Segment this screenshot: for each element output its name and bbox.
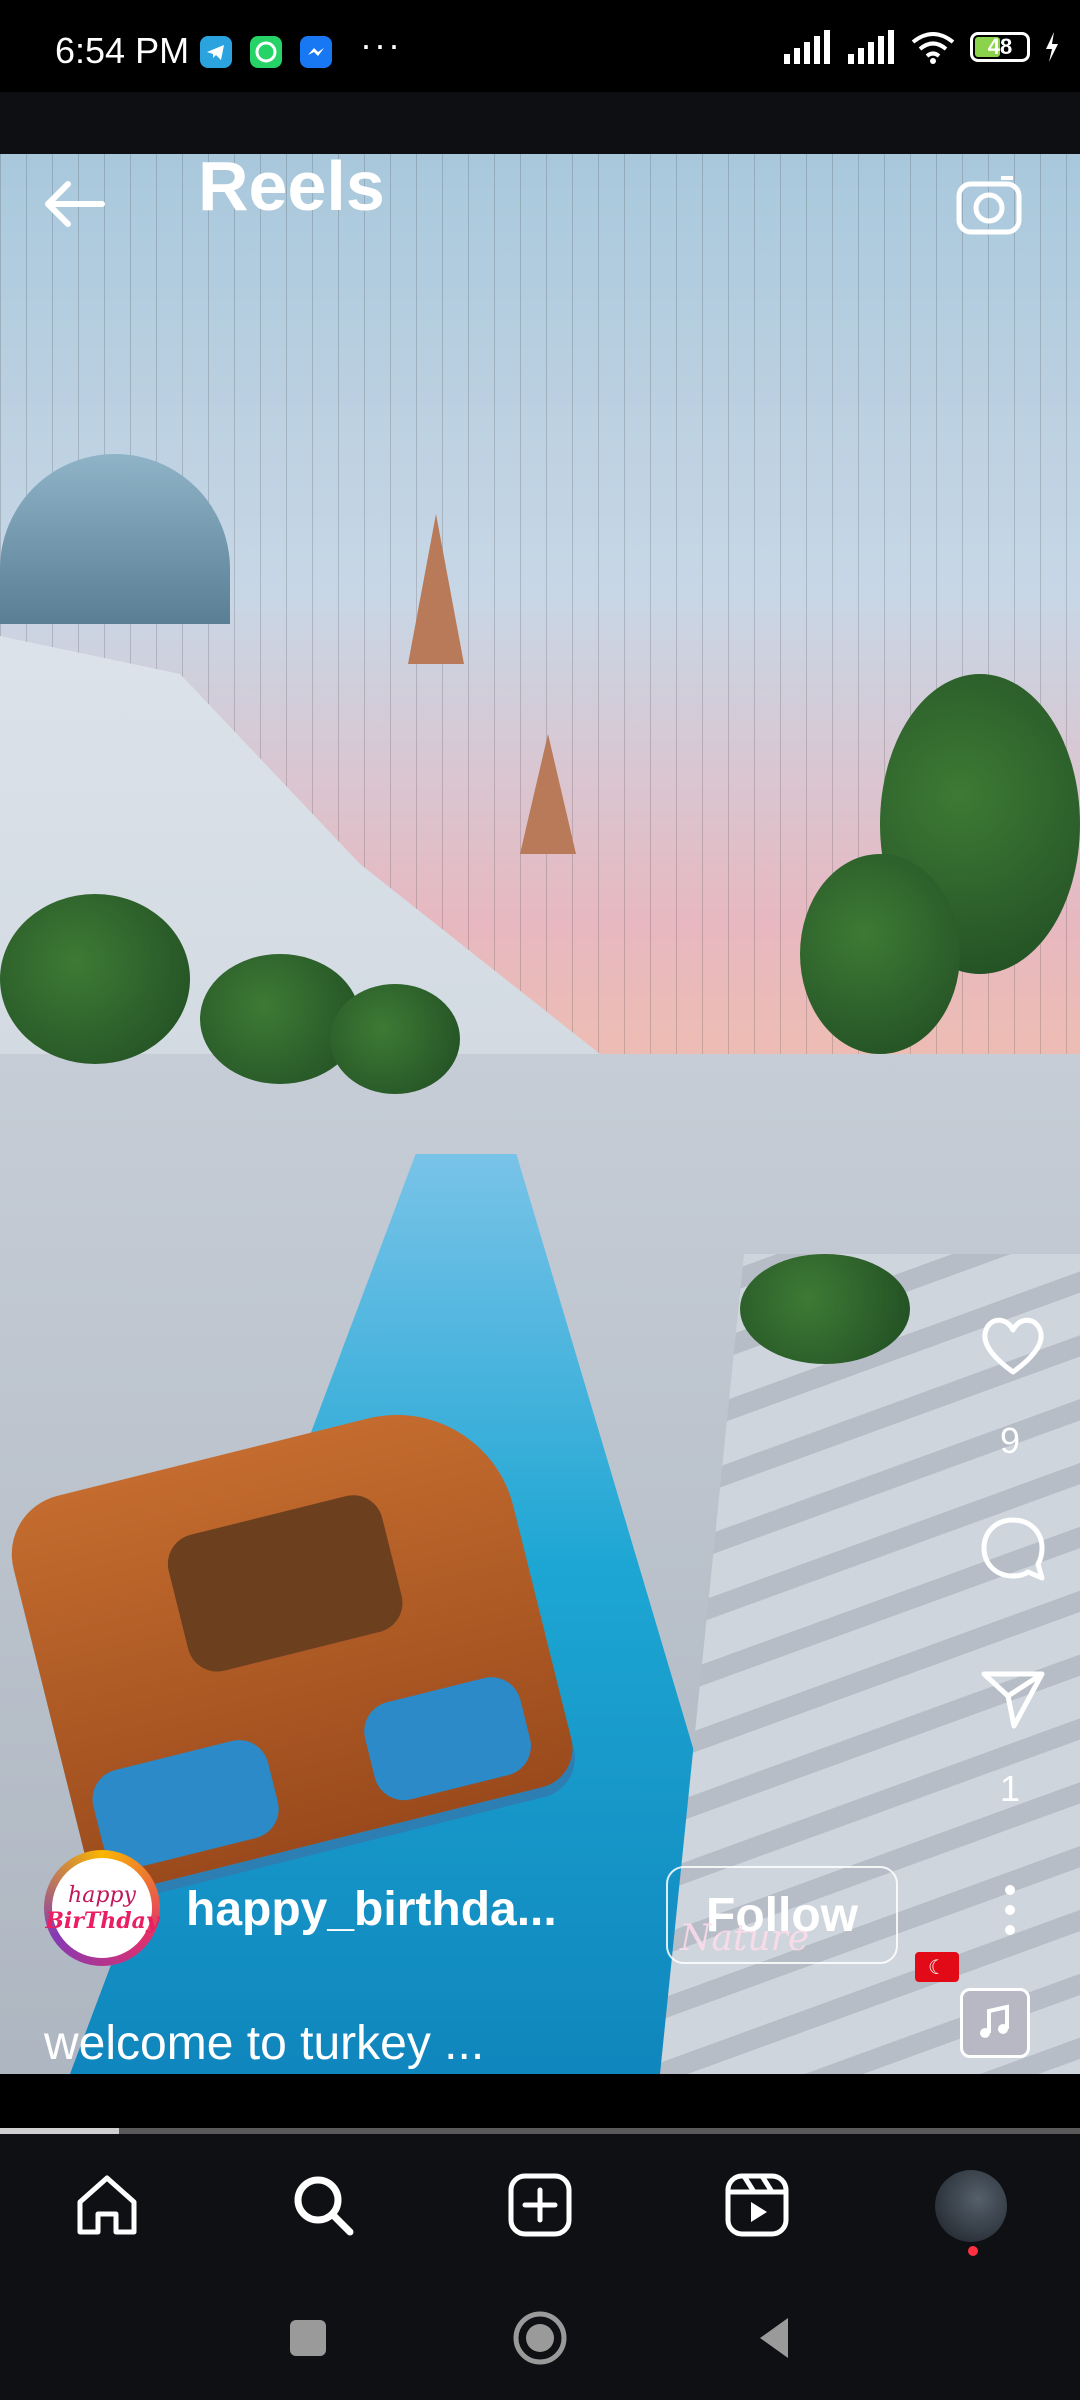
recents-button-icon[interactable] xyxy=(280,2310,336,2366)
status-time: 6:54 PM xyxy=(55,30,190,71)
header-band xyxy=(0,92,1080,154)
reel-video[interactable]: Reels xyxy=(0,154,1080,2074)
more-notifications-icon: ··· xyxy=(360,24,402,65)
music-icon xyxy=(980,2004,1009,2038)
charging-icon xyxy=(1046,32,1058,62)
signal-icon xyxy=(784,30,830,64)
like-count[interactable]: 9 xyxy=(940,1420,1080,1462)
like-heart-icon[interactable] xyxy=(978,1310,1048,1380)
bottom-navigation xyxy=(0,2134,1080,2274)
telegram-icon xyxy=(200,36,232,68)
creator-username[interactable]: happy_birthda... xyxy=(186,1882,557,1937)
back-arrow-icon[interactable] xyxy=(40,174,110,234)
turkey-flag-icon: ☾ xyxy=(915,1952,959,1982)
signal-icon-2 xyxy=(848,30,894,64)
home-icon[interactable] xyxy=(72,2170,142,2240)
reel-caption[interactable]: welcome to turkey ... xyxy=(44,2016,484,2071)
whatsapp-icon xyxy=(250,36,282,68)
creator-avatar[interactable]: happy BirThday xyxy=(44,1850,160,1966)
more-options-icon[interactable] xyxy=(1000,1880,1020,1940)
comment-icon[interactable] xyxy=(978,1514,1048,1584)
messenger-icon xyxy=(300,36,332,68)
avatar-text-birthday: BirThday xyxy=(45,1907,159,1934)
page-title: Reels xyxy=(198,154,385,225)
search-icon[interactable] xyxy=(288,2170,358,2240)
status-bar: 6:54 PM ··· 48 xyxy=(0,0,1080,92)
avatar-text-happy: happy xyxy=(68,1882,136,1908)
battery-indicator: 48 xyxy=(970,32,1030,62)
reels-icon[interactable] xyxy=(722,2170,792,2240)
home-button-icon[interactable] xyxy=(512,2310,568,2366)
create-icon[interactable] xyxy=(505,2170,575,2240)
profile-avatar[interactable] xyxy=(935,2170,1007,2242)
audio-thumbnail[interactable] xyxy=(960,1988,1030,2058)
status-icons: 48 xyxy=(782,30,1060,64)
back-button-icon[interactable] xyxy=(748,2310,804,2366)
reels-header: Reels xyxy=(0,154,1080,254)
wifi-icon xyxy=(911,32,955,64)
notification-dot xyxy=(968,2246,978,2256)
battery-level: 48 xyxy=(987,34,1013,59)
share-icon[interactable] xyxy=(978,1664,1048,1734)
share-count[interactable]: 1 xyxy=(940,1768,1080,1810)
system-navigation xyxy=(0,2274,1080,2400)
nature-watermark: Nature xyxy=(680,1918,810,1959)
camera-icon[interactable] xyxy=(955,174,1025,236)
